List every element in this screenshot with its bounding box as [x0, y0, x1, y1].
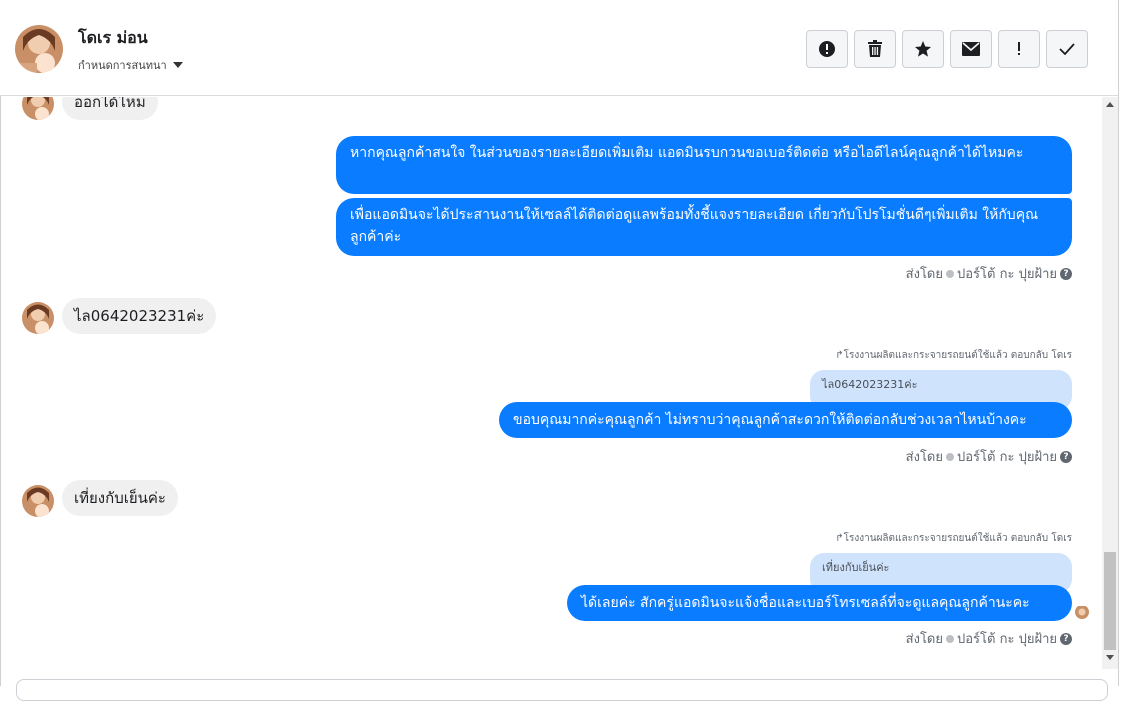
follow-up-button[interactable] [998, 30, 1040, 68]
trash-icon [868, 40, 882, 57]
sender-avatar [22, 97, 54, 120]
sent-by-meta: ส่งโดย ปอร์โต้ กะ ปุยฝ้าย ? [906, 446, 1072, 467]
reply-context-text: โรงงานผลิตและกระจายรถยนต์ใช้แล้ว ตอบกลับ… [843, 350, 1072, 361]
outgoing-message[interactable]: เพื่อแอดมินจะได้ประสานงานให้เซลล์ได้ติดต… [336, 198, 1072, 256]
incoming-message[interactable]: เที่ยงกับเย็นค่ะ [62, 480, 178, 516]
star-icon [915, 41, 931, 57]
assign-conversation-dropdown[interactable]: กำหนดการสนทนา [78, 56, 183, 74]
mail-icon [962, 42, 980, 56]
contact-name[interactable]: โดเร ม่อน [78, 26, 148, 51]
outgoing-message[interactable]: ขอบคุณมากค่ะคุณลูกค้า ไม่ทราบว่าคุณลูกค้… [499, 402, 1072, 438]
message-thread: ออกได้ไหม หากคุณลูกค้าสนใจ ในส่วนของรายล… [0, 97, 1100, 672]
sender-avatar [22, 485, 54, 517]
spam-button[interactable] [806, 30, 848, 68]
thread-scrollbar[interactable] [1102, 97, 1118, 669]
delete-button[interactable] [854, 30, 896, 68]
check-circle-icon [946, 634, 954, 643]
help-icon[interactable]: ? [1060, 632, 1072, 645]
exclamation-icon [1018, 42, 1020, 55]
sent-by-prefix: ส่งโดย [905, 632, 943, 647]
star-button[interactable] [902, 30, 944, 68]
sent-by-name[interactable]: ปอร์โต้ กะ ปุยฝ้าย [957, 263, 1057, 284]
outgoing-message[interactable]: หากคุณลูกค้าสนใจ ในส่วนของรายละเอียดเพิ่… [336, 136, 1072, 194]
seen-avatar [1075, 605, 1089, 619]
mark-unread-button[interactable] [950, 30, 992, 68]
reply-context: ↱โรงงานผลิตและกระจายรถยนต์ใช้แล้ว ตอบกลั… [835, 531, 1072, 546]
conversation-toolbar [806, 30, 1088, 68]
sent-by-name[interactable]: ปอร์โต้ กะ ปุยฝ้าย [957, 446, 1057, 467]
incoming-message[interactable]: ไล0642023231ค่ะ [62, 298, 217, 334]
check-circle-icon [946, 452, 954, 461]
sent-by-meta: ส่งโดย ปอร์โต้ กะ ปุยฝ้าย ? [906, 263, 1072, 284]
sent-by-name[interactable]: ปอร์โต้ กะ ปุยฝ้าย [957, 628, 1057, 649]
done-button[interactable] [1046, 30, 1088, 68]
sent-by-prefix: ส่งโดย [905, 450, 943, 465]
conversation-header: โดเร ม่อน กำหนดการสนทนา [0, 0, 1118, 96]
help-icon[interactable]: ? [1060, 267, 1072, 280]
sender-avatar [22, 302, 54, 334]
scrollbar-thumb[interactable] [1104, 552, 1116, 650]
outgoing-message[interactable]: ได้เลยค่ะ สักครู่แอดมินจะแจ้งชื่อและเบอร… [567, 585, 1072, 621]
assign-label: กำหนดการสนทนา [78, 59, 167, 72]
sent-by-meta: ส่งโดย ปอร์โต้ กะ ปุยฝ้าย ? [906, 628, 1072, 649]
scroll-down-arrow-icon[interactable] [1106, 655, 1114, 660]
alert-icon [819, 41, 835, 57]
check-icon [1059, 43, 1075, 55]
reply-arrow-icon: ↱ [835, 533, 844, 544]
incoming-message[interactable]: ออกได้ไหม [62, 97, 158, 120]
caret-down-icon [172, 62, 183, 68]
check-circle-icon [946, 269, 954, 278]
message-composer[interactable] [16, 679, 1108, 701]
contact-avatar[interactable] [15, 25, 63, 73]
reply-context: ↱โรงงานผลิตและกระจายรถยนต์ใช้แล้ว ตอบกลั… [835, 348, 1072, 363]
reply-context-text: โรงงานผลิตและกระจายรถยนต์ใช้แล้ว ตอบกลับ… [843, 533, 1072, 544]
help-icon[interactable]: ? [1060, 450, 1072, 463]
reply-arrow-icon: ↱ [835, 350, 844, 361]
scroll-up-arrow-icon[interactable] [1106, 102, 1114, 107]
sent-by-prefix: ส่งโดย [905, 267, 943, 282]
